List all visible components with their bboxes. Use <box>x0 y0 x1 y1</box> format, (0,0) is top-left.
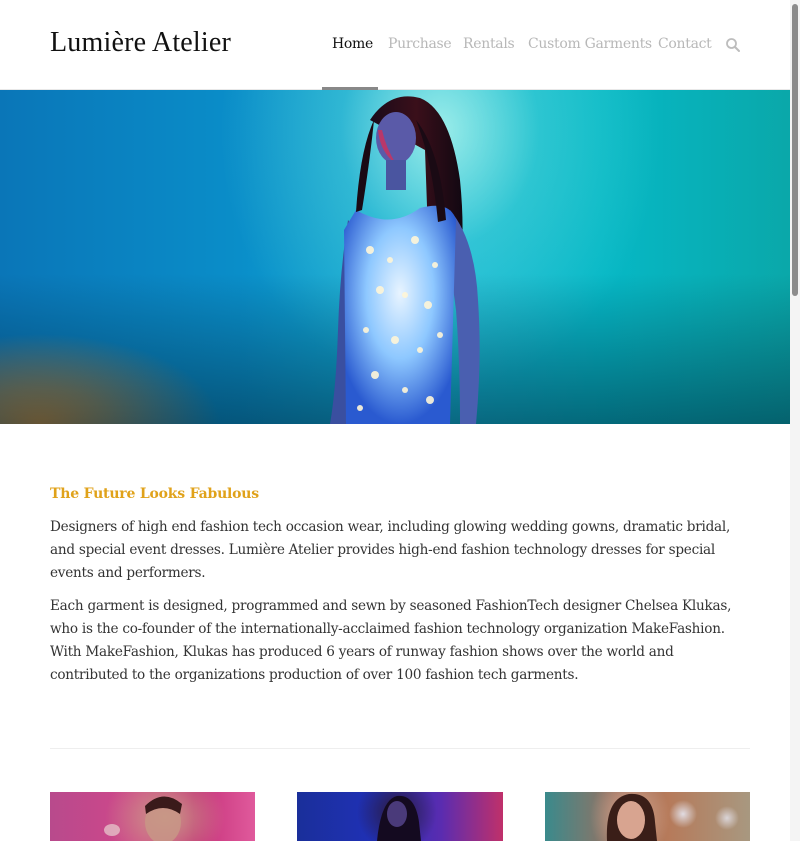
intro-paragraph-2: Each garment is designed, programmed and… <box>50 598 732 683</box>
gallery-thumbnail-1[interactable] <box>50 792 255 841</box>
scrollbar-thumb[interactable] <box>792 4 798 296</box>
model-portrait-3 <box>606 793 657 841</box>
nav-item-rentals[interactable]: Rentals <box>463 36 515 52</box>
main-nav: Home Purchase Rentals Custom Garments Co… <box>0 0 790 90</box>
site-header: Lumière Atelier Home Purchase Rentals Cu… <box>0 0 790 90</box>
model-portrait-1 <box>104 796 182 841</box>
search-icon[interactable] <box>725 37 741 53</box>
model-figure <box>330 96 480 424</box>
section-divider <box>50 748 750 749</box>
nav-item-home[interactable]: Home <box>332 36 373 52</box>
section-title: The Future Looks Fabulous <box>50 486 259 502</box>
gallery-thumbnail-2[interactable] <box>297 792 503 841</box>
intro-paragraph-1: Designers of high end fashion tech occas… <box>50 519 731 581</box>
model-portrait-2 <box>377 795 421 841</box>
nav-item-purchase[interactable]: Purchase <box>388 36 452 52</box>
nav-item-contact[interactable]: Contact <box>658 36 712 52</box>
intro-section: The Future Looks Fabulous Designers of h… <box>50 486 750 697</box>
gallery-thumbnail-3[interactable] <box>545 792 750 841</box>
nav-item-custom-garments[interactable]: Custom Garments <box>528 36 652 52</box>
hero-image <box>0 90 800 424</box>
